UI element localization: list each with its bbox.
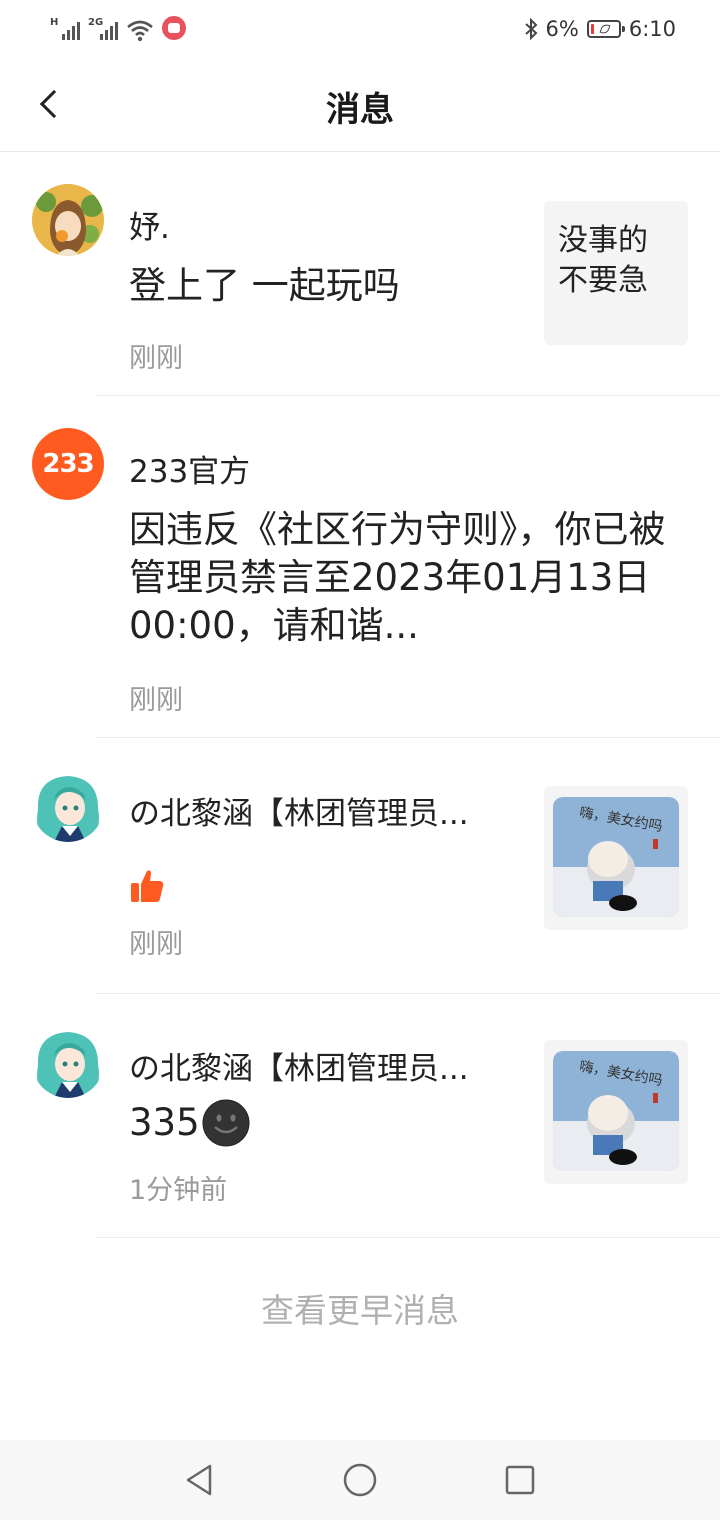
- network-type-label: H: [50, 17, 59, 28]
- nav-home-icon[interactable]: [340, 1460, 380, 1500]
- message-text: 335: [129, 1101, 200, 1144]
- wifi-icon: [126, 18, 154, 42]
- message-time: 刚刚: [129, 343, 183, 374]
- message-time: 刚刚: [129, 685, 183, 716]
- app-notification-icon: [162, 16, 186, 40]
- status-right: 6% 6:10: [524, 14, 676, 44]
- avatar[interactable]: [32, 184, 104, 256]
- message-list: 妤. 登上了 一起玩吗 刚刚 没事的不要急 233 233官方 因违反《社区行为…: [0, 152, 720, 1238]
- system-nav-bar: [0, 1440, 720, 1520]
- status-left: H 2G: [50, 14, 186, 42]
- signal-icon: H: [50, 18, 80, 42]
- message-item[interactable]: 233 233官方 因违反《社区行为守则》，你已被管理员禁言至2023年01月1…: [0, 396, 720, 738]
- message-content: 335: [129, 1099, 529, 1147]
- clock: 6:10: [628, 17, 676, 41]
- thumbnail[interactable]: 嗨，美女约吗: [544, 786, 688, 930]
- battery-fill: [590, 24, 594, 34]
- message-item[interactable]: の北黎涵【林团管理员... 335 1分钟前 嗨，美女约吗: [0, 994, 720, 1238]
- message-item[interactable]: 妤. 登上了 一起玩吗 刚刚 没事的不要急: [0, 152, 720, 396]
- sender-name: の北黎涵【林团管理员...: [129, 1051, 469, 1087]
- thumbnail-image: 嗨，美女约吗: [553, 797, 679, 917]
- message-content: 因违反《社区行为守则》，你已被管理员禁言至2023年01月13日 00:00，请…: [129, 508, 666, 647]
- nav-back-icon[interactable]: [180, 1460, 220, 1500]
- thumbnail[interactable]: 嗨，美女约吗: [544, 1040, 688, 1184]
- header-bar: 消息: [0, 56, 720, 152]
- battery-percent: 6%: [545, 17, 579, 41]
- avatar-text: 233: [42, 449, 94, 479]
- avatar[interactable]: [32, 770, 104, 842]
- message-item[interactable]: の北黎涵【林团管理员... 刚刚 嗨，美女约吗: [0, 738, 720, 994]
- sender-name: の北黎涵【林团管理员...: [129, 796, 469, 832]
- thumbs-up-icon: [131, 870, 164, 902]
- message-content: 登上了 一起玩吗: [129, 264, 400, 307]
- battery-icon: [586, 20, 625, 38]
- divider: [96, 1237, 720, 1238]
- thumbnail-image: 嗨，美女约吗: [553, 1051, 679, 1171]
- message-page: H 2G 6% 6:10 消息 妤. 登上了 一起玩吗 刚刚 没事的不要急 23…: [0, 0, 720, 1520]
- dark-face-emoji: [202, 1099, 250, 1147]
- signal-icon: 2G: [88, 18, 118, 42]
- nav-recent-apps-icon[interactable]: [500, 1460, 540, 1500]
- message-time: 刚刚: [129, 929, 183, 960]
- sender-name: 妤.: [129, 210, 170, 246]
- avatar[interactable]: [32, 1026, 104, 1098]
- bluetooth-icon: [524, 17, 537, 41]
- status-bar: H 2G 6% 6:10: [0, 0, 720, 56]
- message-content: [129, 868, 189, 914]
- sender-name: 233官方: [129, 454, 251, 490]
- message-time: 1分钟前: [129, 1175, 228, 1206]
- quoted-content[interactable]: 没事的不要急: [544, 201, 688, 345]
- page-title: 消息: [326, 90, 394, 130]
- load-earlier-messages-button[interactable]: 查看更早消息: [0, 1284, 720, 1332]
- avatar[interactable]: 233: [32, 428, 104, 500]
- power-saving-leaf-icon: [599, 22, 611, 36]
